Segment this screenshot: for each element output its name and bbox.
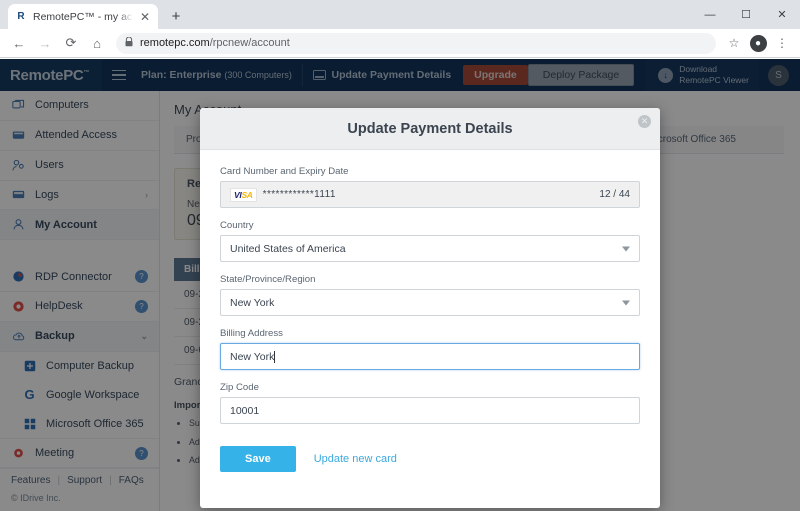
lock-icon — [125, 37, 133, 49]
update-new-card-link[interactable]: Update new card — [314, 453, 397, 465]
state-select[interactable]: New York — [220, 289, 640, 316]
update-payment-modal: Update Payment Details ✕ Card Number and… — [200, 108, 660, 508]
zip-field-group: Zip Code 10001 — [220, 382, 640, 424]
profile-avatar[interactable]: ● — [747, 32, 769, 54]
card-number-masked: ************1111 — [263, 189, 336, 200]
card-field-group: Card Number and Expiry Date VISA *******… — [220, 166, 640, 208]
card-number-field: VISA ************1111 12 / 44 — [220, 181, 640, 208]
reload-icon[interactable]: ⟳ — [59, 31, 83, 55]
page-viewport: RemotePC™ Plan: Enterprise (300 Computer… — [0, 59, 800, 511]
browser-tab-title: RemotePC™ - my account inform — [33, 11, 133, 23]
billing-address-label: Billing Address — [220, 328, 640, 339]
modal-close-icon[interactable]: ✕ — [638, 115, 651, 128]
country-label: Country — [220, 220, 640, 231]
card-left-group: VISA ************1111 — [230, 188, 336, 202]
browser-tab[interactable]: R RemotePC™ - my account inform ✕ — [8, 4, 158, 29]
home-icon[interactable]: ⌂ — [85, 31, 109, 55]
remotepc-favicon: R — [14, 10, 28, 24]
browser-toolbar: ← → ⟳ ⌂ remotepc.com/rpcnew/account ☆ ● … — [0, 29, 800, 58]
avatar: ● — [750, 35, 767, 52]
maximize-icon[interactable]: ☐ — [728, 0, 764, 29]
country-select[interactable]: United States of America — [220, 235, 640, 262]
card-label: Card Number and Expiry Date — [220, 166, 640, 177]
address-text: remotepc.com/rpcnew/account — [140, 37, 290, 49]
window-close-icon[interactable]: ✕ — [764, 0, 800, 29]
save-button[interactable]: Save — [220, 446, 296, 472]
back-icon[interactable]: ← — [7, 31, 31, 55]
visa-logo-icon: VISA — [230, 188, 257, 202]
modal-body: Card Number and Expiry Date VISA *******… — [200, 150, 660, 472]
modal-header: Update Payment Details ✕ — [200, 108, 660, 150]
zip-input[interactable]: 10001 — [220, 397, 640, 424]
modal-title: Update Payment Details — [347, 121, 512, 137]
state-select-wrap: New York — [220, 289, 640, 316]
address-domain: remotepc.com — [140, 37, 210, 49]
browser-window: R RemotePC™ - my account inform ✕ + — ☐ … — [0, 0, 800, 511]
billing-address-field-group: Billing Address New York — [220, 328, 640, 370]
billing-address-input[interactable]: New York — [220, 343, 640, 370]
country-select-wrap: United States of America — [220, 235, 640, 262]
zip-label: Zip Code — [220, 382, 640, 393]
card-expiry: 12 / 44 — [599, 189, 630, 200]
country-field-group: Country United States of America — [220, 220, 640, 262]
address-path: /rpcnew/account — [210, 37, 290, 49]
state-field-group: State/Province/Region New York — [220, 274, 640, 316]
modal-actions: Save Update new card — [220, 446, 640, 472]
bookmark-star-icon[interactable]: ☆ — [723, 32, 745, 54]
state-label: State/Province/Region — [220, 274, 640, 285]
browser-titlebar: R RemotePC™ - my account inform ✕ + — ☐ … — [0, 0, 800, 29]
close-icon[interactable]: ✕ — [138, 11, 152, 23]
new-tab-button[interactable]: + — [164, 4, 188, 28]
minimize-icon[interactable]: — — [692, 0, 728, 29]
window-controls: — ☐ ✕ — [692, 0, 800, 29]
text-cursor — [274, 351, 275, 363]
browser-menu-icon[interactable]: ⋮ — [771, 32, 793, 54]
address-bar[interactable]: remotepc.com/rpcnew/account — [116, 33, 716, 54]
billing-address-value: New York — [230, 351, 274, 363]
forward-icon[interactable]: → — [33, 31, 57, 55]
